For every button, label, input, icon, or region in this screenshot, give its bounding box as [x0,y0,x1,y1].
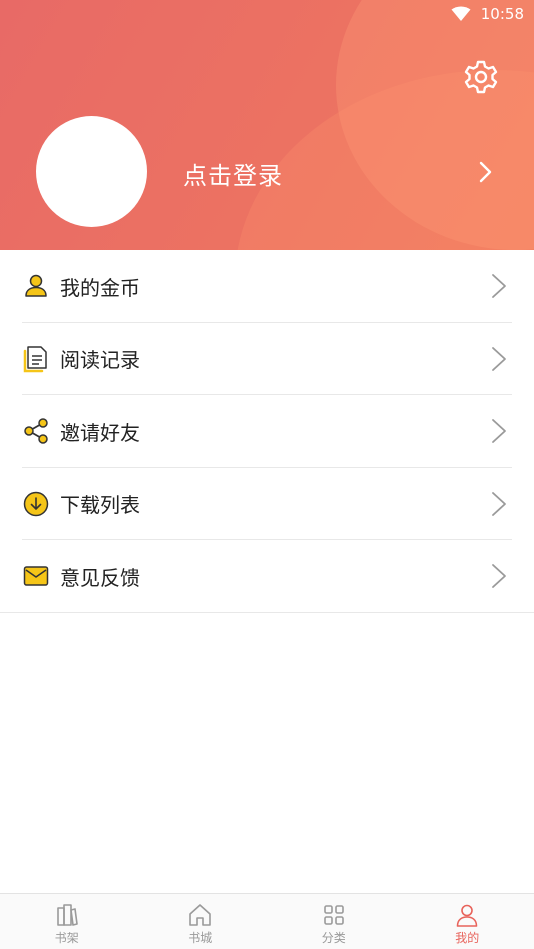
chevron-right-icon [492,274,506,299]
user-icon [456,904,478,927]
tab-bookshelf[interactable]: 书架 [0,894,134,949]
menu-item-label: 意见反馈 [60,565,140,590]
mail-icon [23,566,49,586]
chevron-right-icon[interactable] [476,160,496,184]
bookshelf-icon [56,904,78,926]
grid-icon [323,905,344,925]
menu-item-label: 阅读记录 [60,348,140,373]
person-icon [25,275,47,297]
tab-label: 我的 [455,931,480,945]
share-icon [24,418,48,444]
home-icon [189,904,212,926]
bottom-tab-bar: 书架 书城 分类 我的 [0,893,534,949]
divider [0,611,534,613]
tab-label: 书城 [188,931,213,945]
document-icon [23,346,47,372]
menu-item-reading-history[interactable]: 阅读记录 [0,323,534,395]
menu-list: 我的金币 阅读记录 邀请好友 下载列表 意见反馈 [0,250,534,613]
download-icon [23,491,49,516]
chevron-right-icon [492,346,506,371]
tab-categories[interactable]: 分类 [267,894,401,949]
tab-mine[interactable]: 我的 [401,894,534,949]
menu-item-coins[interactable]: 我的金币 [0,250,534,323]
tab-bookstore[interactable]: 书城 [134,894,268,949]
menu-item-feedback[interactable]: 意见反馈 [0,540,534,613]
status-bar: 10:58 [0,0,534,28]
gear-icon[interactable] [462,58,500,96]
login-link[interactable]: 点击登录 [183,156,283,191]
menu-item-label: 我的金币 [60,275,140,300]
menu-item-label: 邀请好友 [60,420,140,445]
chevron-right-icon [492,564,506,589]
status-time: 10:58 [480,5,524,23]
menu-item-label: 下载列表 [60,493,140,518]
menu-item-download-list[interactable]: 下载列表 [0,468,534,540]
chevron-right-icon [492,491,506,516]
wifi-icon [451,6,471,21]
profile-header: 10:58 点击登录 [0,0,534,250]
menu-item-invite-friends[interactable]: 邀请好友 [0,395,534,468]
tab-label: 书架 [54,931,79,945]
tab-label: 分类 [321,931,346,945]
avatar[interactable] [36,116,147,227]
chevron-right-icon [492,419,506,444]
